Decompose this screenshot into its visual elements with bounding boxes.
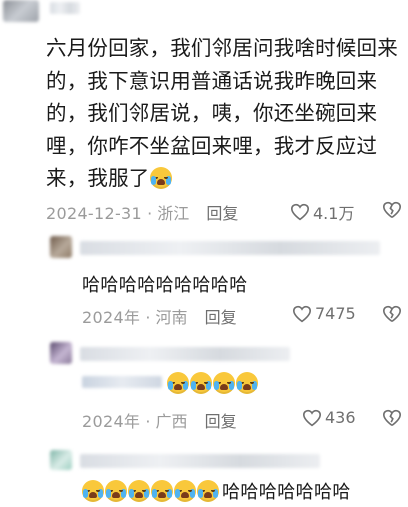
broken-heart-icon[interactable]: [382, 409, 402, 427]
avatar[interactable]: [3, 0, 39, 22]
avatar[interactable]: [50, 236, 72, 258]
reply-text: 哈哈哈哈哈哈哈哈哈: [82, 275, 248, 296]
heart-outline-icon: [292, 305, 312, 322]
crying-laughing-emoji: [151, 480, 173, 502]
crying-laughing-emoji: [105, 480, 127, 502]
username-blurred[interactable]: [50, 2, 80, 14]
like-button[interactable]: 4.1万: [290, 200, 354, 224]
avatar[interactable]: [50, 342, 72, 364]
comment-location: · 广西: [145, 412, 188, 431]
crying-laughing-emoji: [174, 480, 196, 502]
reply-button[interactable]: 回复: [206, 204, 238, 223]
broken-heart-icon[interactable]: [382, 201, 402, 219]
comment-body: 六月份回家，我们邻居问我啥时候回来的，我下意识用普通话说我昨晚回来的，我们邻居说…: [46, 36, 398, 190]
username-blurred[interactable]: [80, 347, 290, 361]
comment-date: 2024年: [82, 308, 141, 327]
comment-date: 2024年: [82, 412, 141, 431]
reply-button[interactable]: 回复: [205, 412, 237, 431]
broken-heart-icon[interactable]: [382, 305, 402, 323]
heart-outline-icon: [290, 203, 310, 221]
like-count: 7475: [315, 304, 356, 323]
heart-outline-icon: [302, 409, 322, 426]
reply-button[interactable]: 回复: [205, 308, 237, 327]
crying-laughing-emoji: [128, 480, 150, 502]
avatar[interactable]: [50, 450, 72, 470]
comment-meta: 2024-12-31 · 浙江 回复: [46, 200, 238, 224]
crying-laughing-emoji: [213, 372, 235, 394]
crying-laughing-emoji: [149, 167, 172, 189]
crying-laughing-emoji: [236, 372, 258, 394]
comment-text: 六月份回家，我们邻居问我啥时候回来的，我下意识用普通话说我昨晚回来的，我们邻居说…: [46, 32, 402, 195]
comment-meta: 2024年 · 河南 回复: [82, 304, 237, 328]
like-button[interactable]: 436: [302, 408, 356, 427]
reply-text-blurred: [82, 376, 162, 388]
emoji-row: [167, 372, 259, 394]
crying-laughing-emoji: [197, 480, 219, 502]
like-count: 4.1万: [313, 204, 355, 223]
comment-meta: 2024年 · 广西 回复: [82, 408, 237, 432]
crying-laughing-emoji: [190, 372, 212, 394]
crying-laughing-emoji: [82, 480, 104, 502]
username-blurred[interactable]: [80, 241, 380, 255]
emoji-row: 哈哈哈哈哈哈哈: [82, 478, 351, 504]
like-count: 436: [325, 408, 356, 427]
comment-date: 2024-12-31: [46, 204, 142, 223]
comment-location: · 浙江: [147, 204, 190, 223]
like-button[interactable]: 7475: [292, 304, 356, 323]
username-blurred[interactable]: [80, 454, 320, 468]
reply-text: 哈哈哈哈哈哈哈: [222, 482, 351, 503]
comment-location: · 河南: [145, 308, 188, 327]
crying-laughing-emoji: [167, 372, 189, 394]
